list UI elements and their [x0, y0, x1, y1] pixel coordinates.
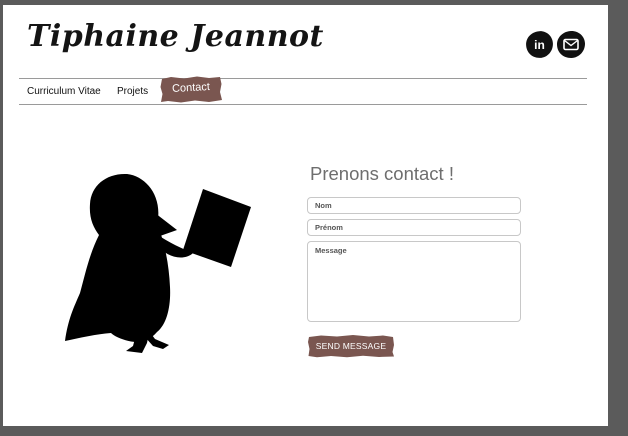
email-button[interactable] — [556, 30, 586, 59]
site-logo[interactable]: Tiphaine Jeannot — [27, 19, 324, 54]
linkedin-button[interactable]: in — [525, 30, 554, 59]
linkedin-icon: in — [526, 31, 553, 58]
contact-title: Prenons contact ! — [310, 163, 454, 184]
send-message-label: SEND MESSAGE — [315, 341, 387, 351]
linkedin-label: in — [534, 38, 545, 52]
send-message-button[interactable]: SEND MESSAGE — [307, 334, 395, 358]
nav-item-contact[interactable]: Contact — [159, 75, 223, 104]
nom-field[interactable] — [307, 197, 521, 214]
nav-item-projets[interactable]: Projets — [117, 86, 148, 97]
nav-divider-top — [19, 78, 587, 79]
message-field[interactable] — [307, 241, 521, 322]
page: Tiphaine Jeannot in Curriculum Vitae Pro… — [3, 5, 608, 426]
nav-divider-bottom — [19, 104, 587, 105]
nav-item-curriculum-vitae[interactable]: Curriculum Vitae — [27, 86, 101, 97]
envelope-icon — [556, 30, 586, 59]
prenom-field[interactable] — [307, 219, 521, 236]
bird-reading-book-icon — [65, 173, 251, 353]
